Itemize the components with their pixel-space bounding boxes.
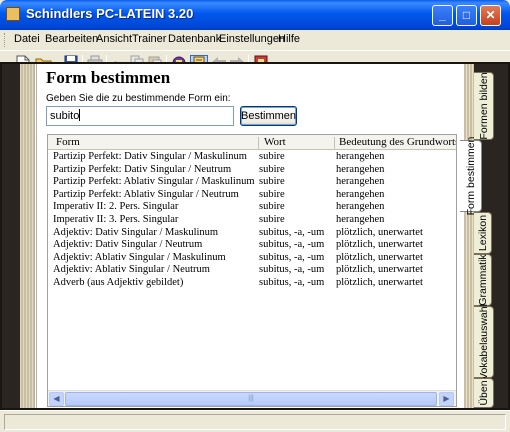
table-row[interactable]: Imperativ II: 3. Pers. Singular subire h… [48, 213, 456, 227]
page-edges-right [464, 64, 474, 408]
cell-wort: subire [259, 201, 285, 213]
tab-vokabelauswahl[interactable]: Vokabelauswahl [474, 304, 494, 380]
form-input-value: subito [50, 110, 80, 122]
cell-wort: subitus, -a, -um [259, 276, 325, 288]
table-header: Form Wort Bedeutung des Grundworts [48, 135, 456, 150]
column-header-wort[interactable]: Wort [264, 136, 286, 148]
tab-label: Vokabelauswahl [477, 304, 490, 380]
bestimmen-button[interactable]: Bestimmen [240, 106, 297, 126]
menu-grip [4, 33, 7, 47]
form-input[interactable]: subito [46, 106, 234, 126]
cell-form: Adjektiv: Dativ Singular / Neutrum [53, 239, 203, 251]
table-row[interactable]: Adjektiv: Dativ Singular / Neutrum subit… [48, 239, 456, 252]
cell-wort: subire [259, 188, 285, 200]
tab-grammatik[interactable]: Grammatik [474, 254, 492, 306]
table-row[interactable]: Adverb (aus Adjektiv gebildet) subitus, … [48, 276, 456, 290]
tab-form-bestimmen[interactable]: Form bestimmen [460, 137, 482, 215]
table-body: Partizip Perfekt: Dativ Singular / Masku… [48, 151, 456, 290]
cell-bedeutung: herangehen [336, 151, 385, 162]
cell-wort: subire [259, 176, 285, 188]
cell-wort: subire [259, 163, 285, 175]
table-row[interactable]: Adjektiv: Ablativ Singular / Neutrum sub… [48, 264, 456, 277]
column-header-bedeutung[interactable]: Bedeutung des Grundworts [339, 136, 456, 148]
menu-bar: Datei Bearbeiten Ansicht Trainer Datenba… [0, 30, 510, 50]
menu-datei[interactable]: Datei [14, 33, 40, 45]
cell-form: Partizip Perfekt: Ablativ Singular / Neu… [53, 188, 239, 200]
cell-bedeutung: plötzlich, unerwartet [336, 226, 423, 238]
cell-wort: subitus, -a, -um [259, 251, 325, 263]
text-caret [79, 109, 81, 121]
maximize-button[interactable]: □ [456, 5, 477, 26]
cell-bedeutung: herangehen [336, 188, 385, 200]
tab-label: Üben [477, 380, 490, 406]
table-row[interactable]: Partizip Perfekt: Ablativ Singular / Neu… [48, 188, 456, 202]
cell-wort: subitus, -a, -um [259, 239, 325, 251]
cell-form: Adjektiv: Ablativ Singular / Neutrum [53, 264, 210, 276]
cell-bedeutung: herangehen [336, 176, 385, 188]
menu-bearbeiten[interactable]: Bearbeiten [45, 33, 98, 45]
cell-form: Imperativ II: 3. Pers. Singular [53, 213, 179, 225]
tab-lexikon[interactable]: Lexikon [474, 212, 492, 254]
cell-form: Partizip Perfekt: Dativ Singular / Neutr… [53, 163, 232, 175]
tab-label: Formen bilden [477, 72, 490, 140]
cell-wort: subire [259, 213, 285, 225]
cell-wort: subire [259, 151, 285, 162]
results-table[interactable]: Form Wort Bedeutung des Grundworts Parti… [47, 134, 457, 407]
menu-datenbank[interactable]: Datenbank [168, 33, 221, 45]
tab-formen-bilden[interactable]: Formen bilden [474, 72, 494, 140]
cell-bedeutung: herangehen [336, 213, 385, 225]
column-header-form[interactable]: Form [56, 136, 80, 148]
cell-bedeutung: herangehen [336, 163, 385, 175]
status-panel [4, 414, 506, 430]
menu-einstellungen[interactable]: Einstellungen [219, 33, 285, 45]
cell-bedeutung: plötzlich, unerwartet [336, 264, 423, 276]
cell-bedeutung: plötzlich, unerwartet [336, 239, 423, 251]
cell-wort: subitus, -a, -um [259, 226, 325, 238]
cell-form: Adverb (aus Adjektiv gebildet) [53, 276, 184, 288]
cell-wort: subitus, -a, -um [259, 264, 325, 276]
title-bar[interactable]: Schindlers PC-LATEIN 3.20 _ □ ✕ [0, 0, 510, 30]
cell-form: Adjektiv: Dativ Singular / Maskulinum [53, 226, 219, 238]
window-title: Schindlers PC-LATEIN 3.20 [26, 6, 194, 21]
scroll-thumb[interactable]: ||| [65, 392, 437, 406]
minimize-button[interactable]: _ [432, 5, 453, 26]
tab-label: Lexikon [476, 214, 489, 252]
close-button[interactable]: ✕ [480, 5, 501, 26]
scroll-right-arrow-icon[interactable]: ▶ [439, 392, 454, 406]
table-row[interactable]: Adjektiv: Dativ Singular / Maskulinum su… [48, 226, 456, 240]
table-row[interactable]: Partizip Perfekt: Dativ Singular / Neutr… [48, 163, 456, 177]
horizontal-scrollbar[interactable]: ◀ ||| ▶ [48, 390, 456, 406]
menu-hilfe[interactable]: Hilfe [278, 33, 300, 45]
input-prompt: Geben Sie die zu bestimmende Form ein: [46, 93, 231, 104]
tab-label: Form bestimmen [464, 136, 477, 216]
cell-form: Adjektiv: Ablativ Singular / Maskulinum [53, 251, 226, 263]
tab-ueben[interactable]: Üben [474, 378, 494, 408]
cell-bedeutung: plötzlich, unerwartet [336, 276, 423, 288]
tab-label: Grammatik [476, 254, 489, 306]
cell-form: Partizip Perfekt: Ablativ Singular / Mas… [53, 176, 255, 188]
cell-bedeutung: herangehen [336, 201, 385, 213]
status-bar [0, 410, 510, 432]
table-row[interactable]: Partizip Perfekt: Dativ Singular / Masku… [48, 151, 456, 164]
menu-trainer[interactable]: Trainer [132, 33, 166, 45]
table-row[interactable]: Imperativ II: 2. Pers. Singular subire h… [48, 201, 456, 214]
cell-form: Imperativ II: 2. Pers. Singular [53, 201, 179, 213]
table-row[interactable]: Partizip Perfekt: Ablativ Singular / Mas… [48, 176, 456, 189]
table-row[interactable]: Adjektiv: Ablativ Singular / Maskulinum … [48, 251, 456, 265]
page-edges-left [20, 64, 34, 408]
menu-ansicht[interactable]: Ansicht [96, 33, 132, 45]
scroll-left-arrow-icon[interactable]: ◀ [49, 392, 64, 406]
cell-form: Partizip Perfekt: Dativ Singular / Masku… [53, 151, 247, 162]
cell-bedeutung: plötzlich, unerwartet [336, 251, 423, 263]
page-title: Form bestimmen [46, 68, 171, 87]
app-icon [6, 7, 20, 21]
